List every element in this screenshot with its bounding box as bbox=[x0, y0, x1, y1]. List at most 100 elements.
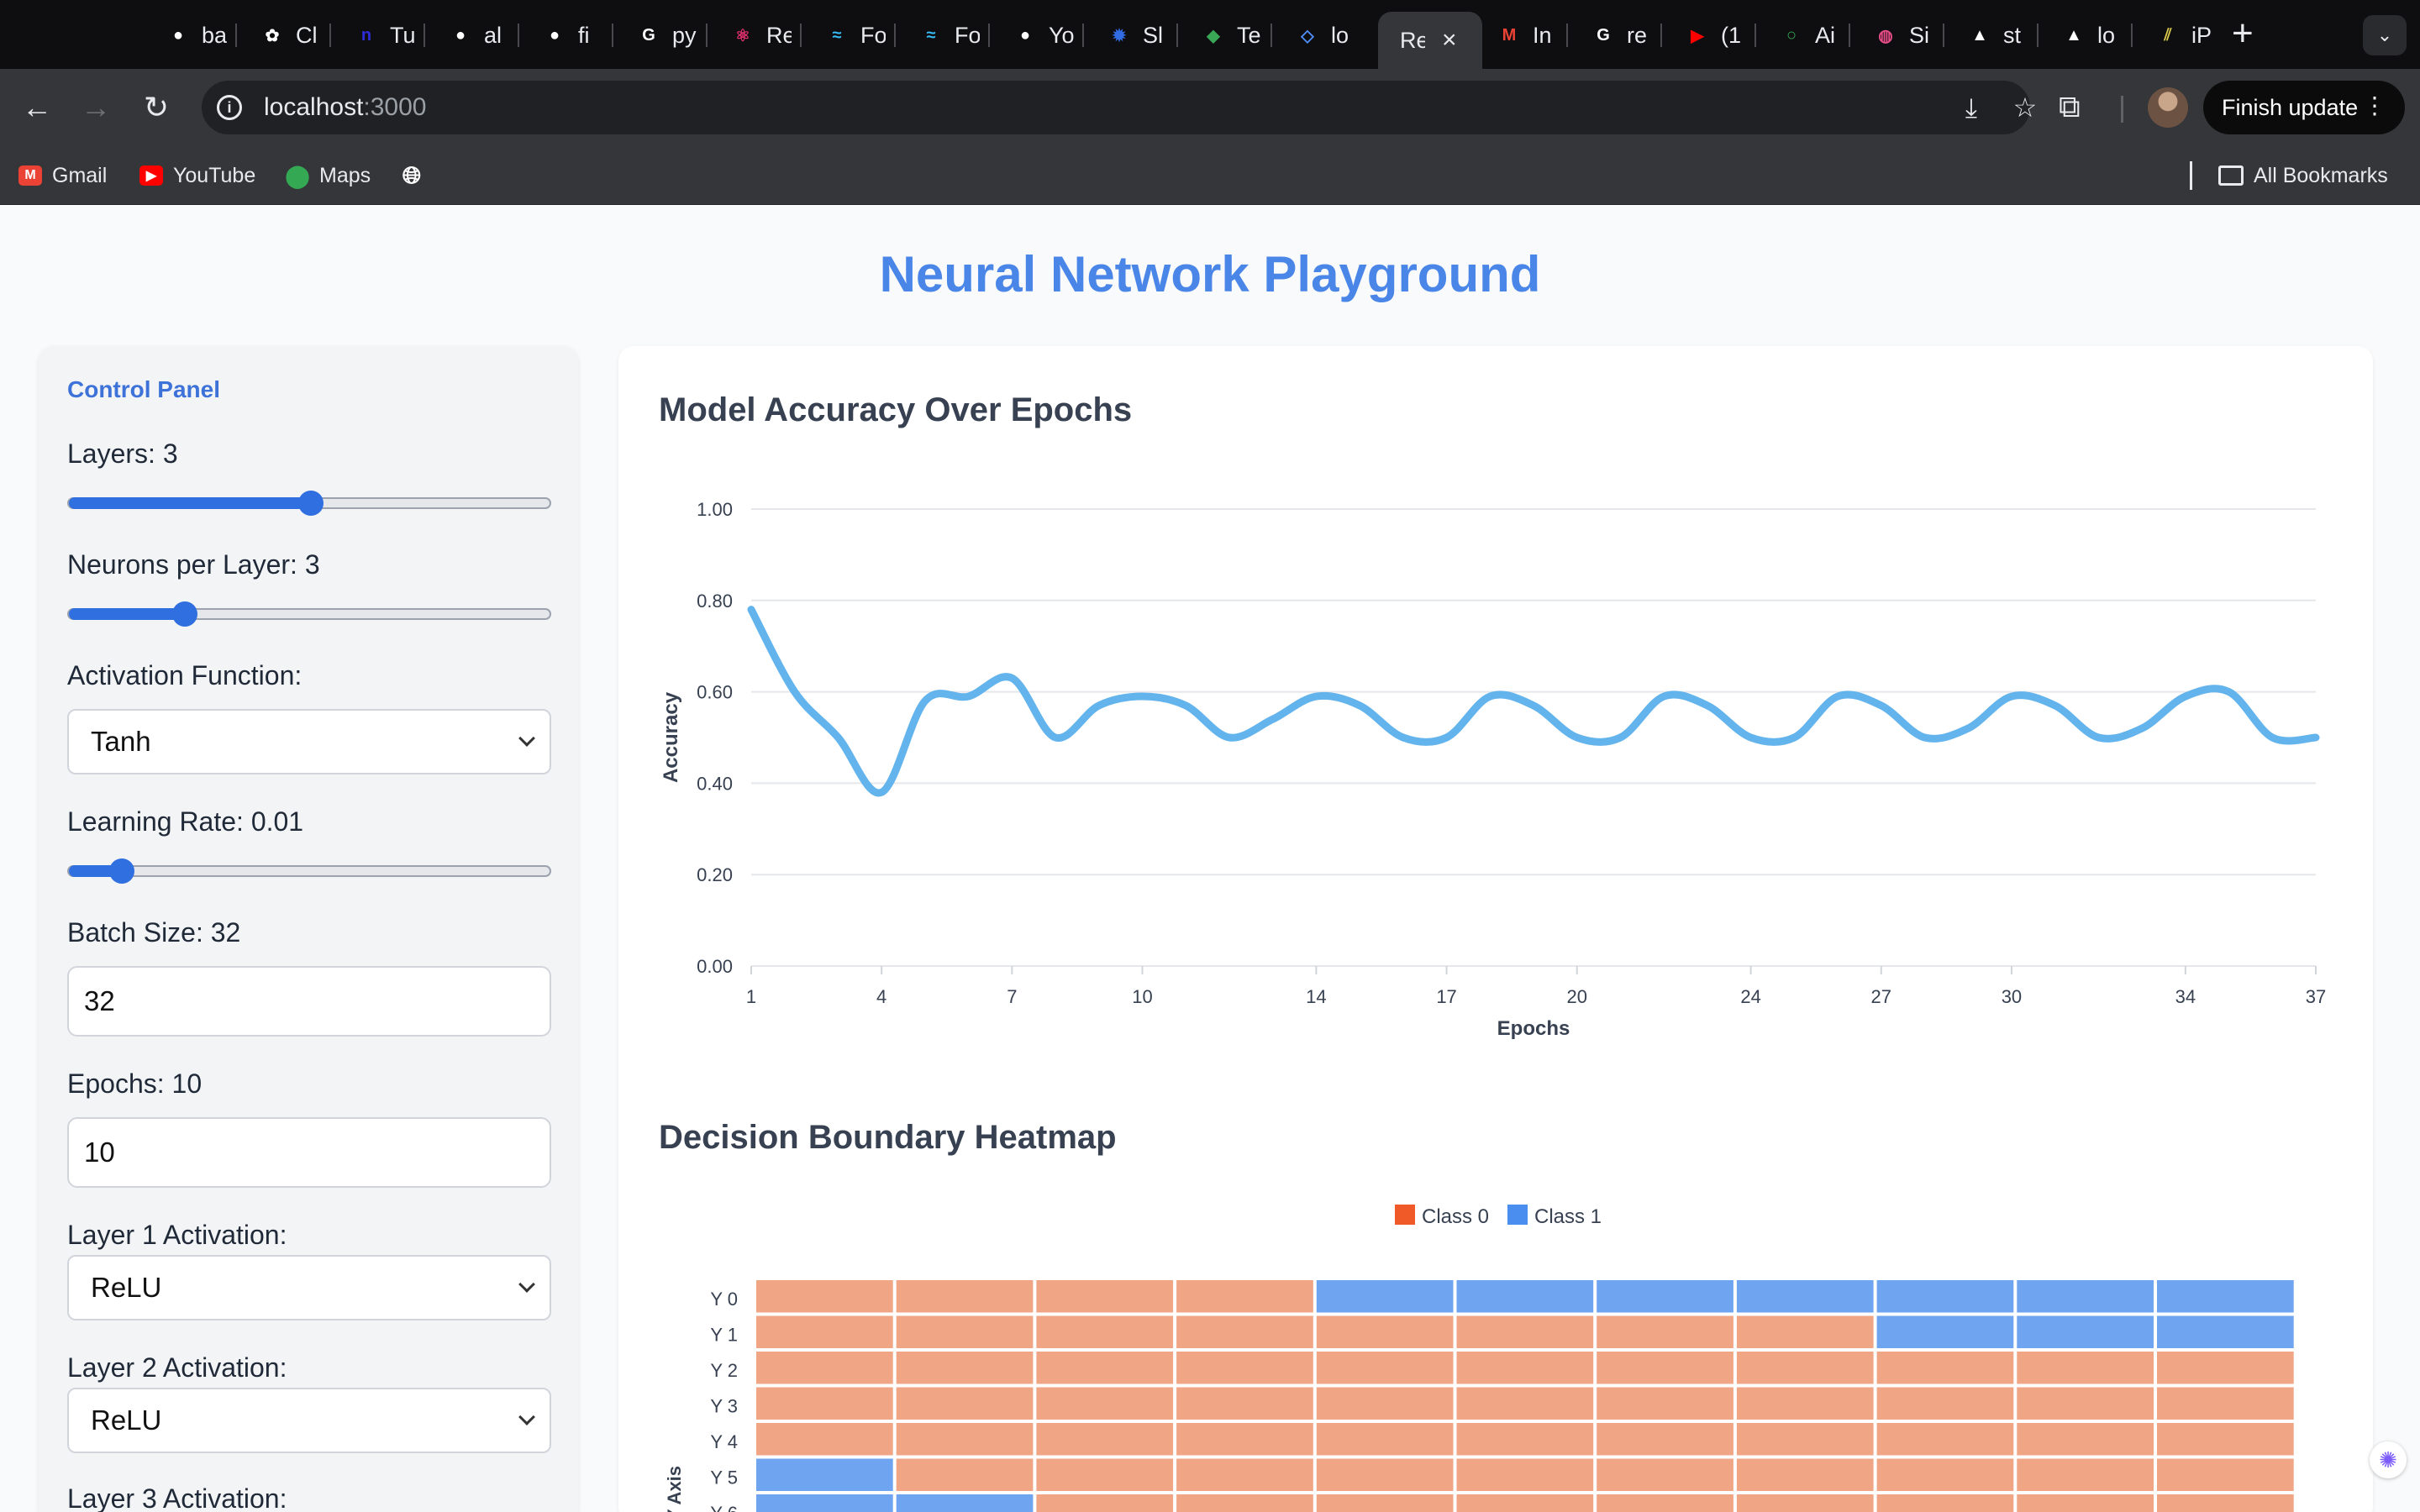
github-icon: ● bbox=[172, 25, 184, 45]
browser-tab[interactable]: ✿ Cl bbox=[237, 12, 331, 59]
all-bookmarks-button[interactable]: All Bookmarks bbox=[2218, 160, 2388, 192]
heatmap-cell bbox=[1316, 1352, 1454, 1384]
control-panel: Control Panel Layers: 3 Neurons per Laye… bbox=[39, 346, 578, 1512]
chevron-down-icon bbox=[518, 1276, 535, 1293]
heatmap-cell bbox=[896, 1387, 1034, 1420]
gmail-icon: M bbox=[1502, 25, 1517, 45]
profile-avatar[interactable] bbox=[2148, 87, 2188, 128]
browser-tab[interactable]: ▶ (1 bbox=[1662, 12, 1756, 59]
browser-tab[interactable]: ● Yo bbox=[990, 12, 1084, 59]
bookmark-gmail[interactable]: M Gmail bbox=[18, 160, 107, 192]
diamond-logo-icon: ◇ bbox=[1301, 26, 1314, 45]
browser-tab[interactable]: ▲ lo bbox=[2039, 12, 2133, 59]
heatmap-cell bbox=[1456, 1280, 1594, 1313]
globe-icon: 🌐︎ bbox=[402, 161, 422, 188]
finish-update-button[interactable]: Finish update ⋮ bbox=[2203, 81, 2405, 134]
browser-tab[interactable]: ○ Ai bbox=[1756, 12, 1850, 59]
browser-tab[interactable]: ◆ Te bbox=[1178, 12, 1272, 59]
browser-tab[interactable]: Gre bbox=[1568, 12, 1662, 59]
tab-title: Fo bbox=[860, 22, 886, 48]
heatmap-row-label: Y 2 bbox=[710, 1360, 738, 1381]
browser-tab[interactable]: ◇ lo bbox=[1272, 12, 1366, 59]
epochs-input[interactable]: 10 bbox=[67, 1117, 551, 1188]
heatmap-row-label: Y 4 bbox=[710, 1431, 738, 1452]
layer1-activation-select[interactable]: ReLU bbox=[67, 1255, 551, 1320]
back-arrow-icon[interactable]: ← bbox=[15, 86, 59, 129]
browser-tab[interactable]: ● ba bbox=[143, 12, 237, 59]
browser-tab[interactable]: Gpy bbox=[613, 12, 708, 59]
more-vert-icon[interactable]: ⋮ bbox=[2363, 92, 2386, 119]
site-info-icon[interactable]: i bbox=[217, 95, 242, 120]
layer2-activation-select[interactable]: ReLU bbox=[67, 1388, 551, 1453]
bookmark-globe[interactable]: 🌐︎ bbox=[398, 160, 425, 192]
y-tick-label: 0.40 bbox=[697, 773, 733, 794]
heatmap-y-axis-label: Y Axis bbox=[664, 1466, 685, 1512]
browser-tab-strip: ● ba ✿ Cl n Tu ● al ● fi Gpy ⚛ Re ≈ Fo ≈ Fo ● Yo ✹ Sl ◆ Te ◇ lo R… bbox=[0, 0, 2420, 69]
heatmap-cell bbox=[2157, 1423, 2294, 1456]
activation-select[interactable]: Tanh bbox=[67, 709, 551, 774]
neurons-slider[interactable] bbox=[67, 601, 551, 627]
bookmark-youtube[interactable]: ▶ YouTube bbox=[139, 160, 255, 192]
bookmark-star-icon[interactable]: ☆ bbox=[2010, 92, 2040, 123]
heatmap-cell bbox=[1456, 1352, 1594, 1384]
y-axis-label: Accuracy bbox=[660, 691, 682, 783]
tensorflow-icon: ◆ bbox=[1207, 26, 1220, 45]
heatmap-cell bbox=[2157, 1352, 2294, 1384]
browser-tab[interactable]: ▲ st bbox=[1944, 12, 2039, 59]
batch-size-input[interactable]: 32 bbox=[67, 966, 551, 1037]
install-app-icon[interactable]: ⤓ bbox=[1956, 92, 1986, 123]
layer1-select-value: ReLU bbox=[91, 1272, 162, 1303]
x-tick-label: 24 bbox=[1740, 986, 1760, 1007]
heatmap-cell bbox=[1036, 1280, 1174, 1313]
bookmark-label: YouTube bbox=[173, 163, 256, 187]
x-axis-label: Epochs bbox=[1497, 1017, 1570, 1040]
heatmap-cell bbox=[756, 1458, 893, 1491]
browser-tab[interactable]: n Tu bbox=[331, 12, 425, 59]
heatmap-cell bbox=[1176, 1458, 1313, 1491]
tab-title: Tu bbox=[390, 22, 415, 48]
browser-tab[interactable]: ⚛ Re bbox=[708, 12, 802, 59]
decision-boundary-heatmap: Class 0 Class 1 Y 0 Y 1 Y 2 Y 3 Y 4 Y 5 Y 6 Y Axi… bbox=[664, 1205, 2294, 1512]
tab-title: Re bbox=[766, 22, 792, 48]
bookmark-maps[interactable]: ⬤ Maps bbox=[285, 160, 371, 192]
bookmark-label: Gmail bbox=[52, 163, 108, 187]
heatmap-cell bbox=[2017, 1280, 2154, 1313]
browser-tab[interactable]: ✹ Sl bbox=[1084, 12, 1178, 59]
browser-tab[interactable]: ◍ Si bbox=[1850, 12, 1944, 59]
reload-icon[interactable]: ↻ bbox=[134, 86, 178, 129]
browser-tab[interactable]: ≈ Fo bbox=[896, 12, 990, 59]
heatmap-cell bbox=[1736, 1494, 1874, 1512]
heatmap-cell bbox=[1316, 1458, 1454, 1491]
heatmap-cell bbox=[2017, 1458, 2154, 1491]
browser-tab[interactable]: ⫽ iP bbox=[2133, 12, 2227, 59]
slider-thumb[interactable] bbox=[109, 858, 135, 884]
heatmap-cell bbox=[756, 1280, 893, 1313]
heatmap-cell bbox=[2017, 1352, 2154, 1384]
assistant-brain-icon[interactable]: ✺ bbox=[2370, 1441, 2407, 1478]
layers-slider[interactable] bbox=[67, 491, 551, 516]
browser-tab[interactable]: Re × bbox=[1378, 12, 1482, 69]
layers-label: Layers: 3 bbox=[67, 438, 178, 469]
heatmap-cell bbox=[896, 1458, 1034, 1491]
slider-thumb[interactable] bbox=[172, 601, 198, 627]
tab-search-chevron-icon[interactable]: ⌄ bbox=[2363, 15, 2407, 55]
tab-title: Re bbox=[1400, 27, 1425, 53]
slider-thumb[interactable] bbox=[298, 491, 324, 516]
browser-tab[interactable]: M In bbox=[1474, 12, 1568, 59]
browser-tab[interactable]: ● fi bbox=[519, 12, 613, 59]
browser-tab[interactable]: ≈ Fo bbox=[802, 12, 896, 59]
heatmap-cell bbox=[1456, 1494, 1594, 1512]
browser-tab[interactable]: ● al bbox=[425, 12, 519, 59]
heatmap-cell bbox=[1456, 1387, 1594, 1420]
kubernetes-icon: ✹ bbox=[1112, 26, 1127, 45]
forward-arrow-icon[interactable]: → bbox=[74, 86, 118, 129]
github-icon: ● bbox=[1019, 25, 1031, 45]
extensions-puzzle-icon[interactable]: ⧉ bbox=[2059, 89, 2081, 125]
y-tick-label: 0.20 bbox=[697, 864, 733, 885]
bookmarks-bar: M Gmail ▶ YouTube ⬤ Maps 🌐︎ All Bookmark… bbox=[0, 146, 2420, 205]
learning-rate-slider[interactable] bbox=[67, 858, 551, 884]
layer2-activation-label: Layer 2 Activation: bbox=[67, 1352, 287, 1383]
new-tab-plus-icon[interactable]: + bbox=[2232, 12, 2254, 55]
address-bar[interactable]: i localhost:3000 ⤓ ☆ bbox=[202, 81, 2037, 134]
close-tab-icon[interactable]: × bbox=[1442, 26, 1457, 55]
